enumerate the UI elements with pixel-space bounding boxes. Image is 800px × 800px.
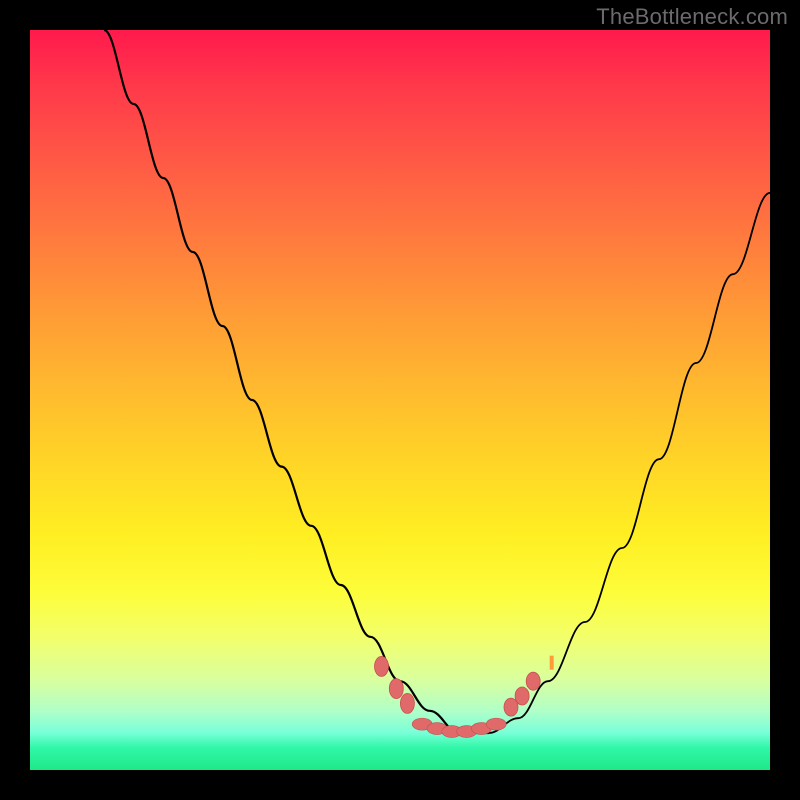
marker-cluster-right <box>504 672 540 716</box>
curve-svg <box>30 30 770 770</box>
chart-frame: TheBottleneck.com <box>0 0 800 800</box>
curve-right-branch <box>459 193 770 733</box>
marker-tick-right <box>550 656 554 670</box>
watermark-text: TheBottleneck.com <box>596 4 788 30</box>
marker-flat-bottom <box>412 718 506 737</box>
curve-left-branch <box>104 30 489 733</box>
plot-area <box>30 30 770 770</box>
